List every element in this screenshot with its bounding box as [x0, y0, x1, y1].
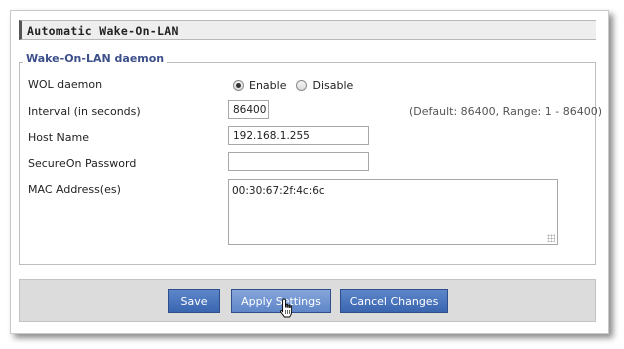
- wol-daemon-radio-group: Enable Disable: [233, 77, 363, 93]
- cancel-changes-button[interactable]: Cancel Changes: [340, 289, 448, 313]
- interval-label: Interval (in seconds): [28, 105, 141, 118]
- disable-radio[interactable]: [296, 79, 308, 91]
- host-name-input[interactable]: 192.168.1.255: [228, 126, 369, 145]
- interval-hint: (Default: 86400, Range: 1 - 86400): [409, 105, 602, 118]
- interval-input[interactable]: 86400: [228, 100, 269, 119]
- hand-cursor-icon: [280, 298, 293, 318]
- wol-daemon-label: WOL daemon: [28, 78, 103, 91]
- mac-addresses-label: MAC Address(es): [28, 183, 121, 196]
- fieldset-legend: Wake-On-LAN daemon: [23, 52, 168, 65]
- disable-radio-label[interactable]: Disable: [312, 79, 353, 92]
- enable-radio[interactable]: [233, 79, 244, 91]
- mac-addresses-textarea[interactable]: 00:30:67:2f:4c:6c: [228, 179, 558, 245]
- settings-window: Automatic Wake-On-LAN Wake-On-LAN daemon…: [10, 10, 609, 334]
- save-button[interactable]: Save: [168, 289, 220, 313]
- section-title: Automatic Wake-On-LAN: [27, 24, 179, 38]
- enable-radio-label[interactable]: Enable: [249, 79, 286, 92]
- section-header: Automatic Wake-On-LAN: [19, 20, 596, 40]
- secureon-password-input[interactable]: [228, 152, 369, 171]
- mac-addresses-value: 00:30:67:2f:4c:6c: [232, 185, 325, 197]
- host-name-label: Host Name: [28, 131, 89, 144]
- resize-grip-icon[interactable]: [547, 234, 555, 242]
- secureon-password-label: SecureOn Password: [28, 157, 137, 170]
